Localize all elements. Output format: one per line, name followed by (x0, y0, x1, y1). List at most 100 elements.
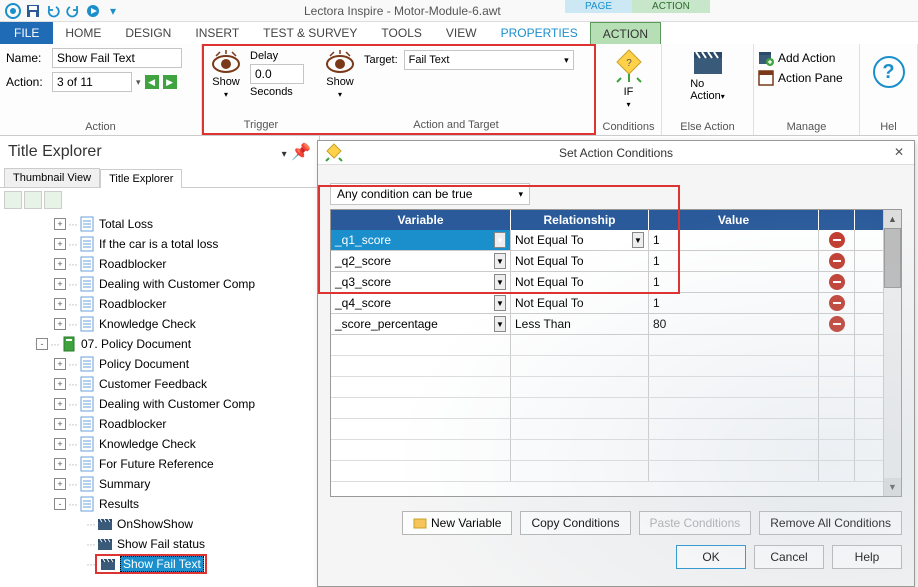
condition-mode-selector[interactable]: Any condition can be true▾ (330, 183, 530, 205)
else-action-button[interactable]: NoAction▾ (690, 48, 725, 102)
value-cell[interactable]: 1 (649, 230, 819, 250)
variable-cell[interactable]: _q2_score▼ (331, 251, 511, 271)
tab-thumbnail-view[interactable]: Thumbnail View (4, 168, 100, 187)
tree-item[interactable]: -···07. Policy Document (0, 334, 319, 354)
scroll-down-icon[interactable]: ▼ (884, 478, 901, 496)
paste-conditions-button[interactable]: Paste Conditions (639, 511, 752, 535)
chevron-down-icon[interactable]: ▼ (494, 274, 506, 290)
condition-row[interactable]: _q3_score▼Not Equal To1 (331, 272, 883, 293)
variable-cell[interactable]: _score_percentage▼ (331, 314, 511, 334)
tree-item[interactable]: ···Show Fail Text (0, 554, 319, 574)
scroll-thumb[interactable] (884, 228, 901, 288)
tab-test-survey[interactable]: TEST & SURVEY (251, 22, 369, 44)
copy-conditions-button[interactable]: Copy Conditions (520, 511, 630, 535)
tree-view[interactable]: +···Total Loss+···If the car is a total … (0, 212, 319, 587)
value-cell[interactable]: 1 (649, 293, 819, 313)
table-scrollbar[interactable]: ▲ ▼ (883, 210, 901, 496)
expand-icon[interactable]: + (54, 218, 66, 230)
action-show-button[interactable]: Show▾ (324, 50, 356, 99)
tree-item[interactable]: +···For Future Reference (0, 454, 319, 474)
tree-item[interactable]: +···If the car is a total loss (0, 234, 319, 254)
expand-icon[interactable]: + (54, 278, 66, 290)
action-pane-button[interactable]: Action Pane (756, 68, 857, 88)
tree-item[interactable]: ···OnShowShow (0, 514, 319, 534)
help-button[interactable]: ? (873, 56, 905, 88)
expand-icon[interactable]: + (54, 238, 66, 250)
tab-design[interactable]: DESIGN (113, 22, 183, 44)
condition-row[interactable]: _score_percentage▼Less Than80 (331, 314, 883, 335)
tree-item[interactable]: ···Show Fail status (0, 534, 319, 554)
relationship-cell[interactable]: Not Equal To▼ (511, 230, 649, 250)
tree-item[interactable]: +···Roadblocker (0, 294, 319, 314)
expand-icon[interactable]: + (54, 398, 66, 410)
relationship-cell[interactable]: Not Equal To (511, 251, 649, 271)
remove-row-button[interactable] (829, 232, 845, 248)
expand-icon[interactable]: + (54, 258, 66, 270)
chevron-down-icon[interactable]: ▼ (494, 232, 506, 248)
collapse-icon[interactable]: - (54, 498, 66, 510)
target-selector[interactable]: Fail Text▾ (404, 50, 574, 70)
tab-tools[interactable]: TOOLS (369, 22, 433, 44)
expand-icon[interactable]: + (54, 458, 66, 470)
collapse-icon[interactable]: - (36, 338, 48, 350)
chevron-down-icon[interactable]: ▼ (494, 253, 506, 269)
ok-button[interactable]: OK (676, 545, 746, 569)
panel-pin-icon[interactable]: 📌 (291, 144, 311, 161)
tree-item[interactable]: +···Knowledge Check (0, 434, 319, 454)
prev-action-button[interactable]: ◀ (145, 75, 159, 89)
help-button[interactable]: Help (832, 545, 902, 569)
conditions-if-button[interactable]: ? IF▾ (613, 48, 645, 109)
trigger-show-button[interactable]: Show▾ (210, 50, 242, 99)
remove-row-button[interactable] (829, 316, 845, 332)
tree-item[interactable]: +···Policy Document (0, 354, 319, 374)
value-cell[interactable]: 1 (649, 272, 819, 292)
new-variable-button[interactable]: New Variable (402, 511, 512, 535)
variable-cell[interactable]: _q3_score▼ (331, 272, 511, 292)
tree-item[interactable]: +···Dealing with Customer Comp (0, 274, 319, 294)
undo-icon[interactable] (44, 2, 62, 20)
tree-item[interactable]: +···Customer Feedback (0, 374, 319, 394)
scroll-up-icon[interactable]: ▲ (884, 210, 901, 228)
relationship-cell[interactable]: Less Than (511, 314, 649, 334)
tree-item[interactable]: +···Dealing with Customer Comp (0, 394, 319, 414)
name-input[interactable] (52, 48, 182, 68)
preview-icon[interactable] (84, 2, 102, 20)
tree-tool-1[interactable] (4, 191, 22, 209)
qat-dropdown-icon[interactable]: ▾ (104, 2, 122, 20)
tree-item[interactable]: -···Results (0, 494, 319, 514)
delay-input[interactable] (250, 64, 304, 84)
tab-view[interactable]: VIEW (434, 22, 489, 44)
redo-icon[interactable] (64, 2, 82, 20)
tree-tool-2[interactable] (24, 191, 42, 209)
value-cell[interactable]: 1 (649, 251, 819, 271)
variable-cell[interactable]: _q4_score▼ (331, 293, 511, 313)
condition-row[interactable]: _q4_score▼Not Equal To1 (331, 293, 883, 314)
cancel-button[interactable]: Cancel (754, 545, 824, 569)
expand-icon[interactable]: + (54, 318, 66, 330)
tree-item[interactable]: +···Roadblocker (0, 254, 319, 274)
tab-home[interactable]: HOME (53, 22, 113, 44)
expand-icon[interactable]: + (54, 378, 66, 390)
remove-row-button[interactable] (829, 274, 845, 290)
chevron-down-icon[interactable]: ▼ (494, 316, 506, 332)
tab-insert[interactable]: INSERT (183, 22, 251, 44)
expand-icon[interactable]: + (54, 358, 66, 370)
next-action-button[interactable]: ▶ (163, 75, 177, 89)
condition-row[interactable]: _q2_score▼Not Equal To1 (331, 251, 883, 272)
remove-row-button[interactable] (829, 295, 845, 311)
action-selector[interactable] (52, 72, 132, 92)
app-icon[interactable] (4, 2, 22, 20)
expand-icon[interactable]: + (54, 438, 66, 450)
tree-tool-3[interactable] (44, 191, 62, 209)
panel-dropdown-icon[interactable]: ▾ (282, 149, 287, 160)
tree-item[interactable]: +···Summary (0, 474, 319, 494)
tab-title-explorer[interactable]: Title Explorer (100, 169, 182, 188)
condition-row[interactable]: _q1_score▼Not Equal To▼1 (331, 230, 883, 251)
tab-action[interactable]: ACTION (590, 22, 661, 44)
tree-item[interactable]: +···Knowledge Check (0, 314, 319, 334)
relationship-cell[interactable]: Not Equal To (511, 293, 649, 313)
tab-file[interactable]: FILE (0, 22, 53, 44)
remove-all-conditions-button[interactable]: Remove All Conditions (759, 511, 902, 535)
close-button[interactable]: ✕ (894, 145, 908, 159)
tree-item[interactable]: +···Roadblocker (0, 414, 319, 434)
